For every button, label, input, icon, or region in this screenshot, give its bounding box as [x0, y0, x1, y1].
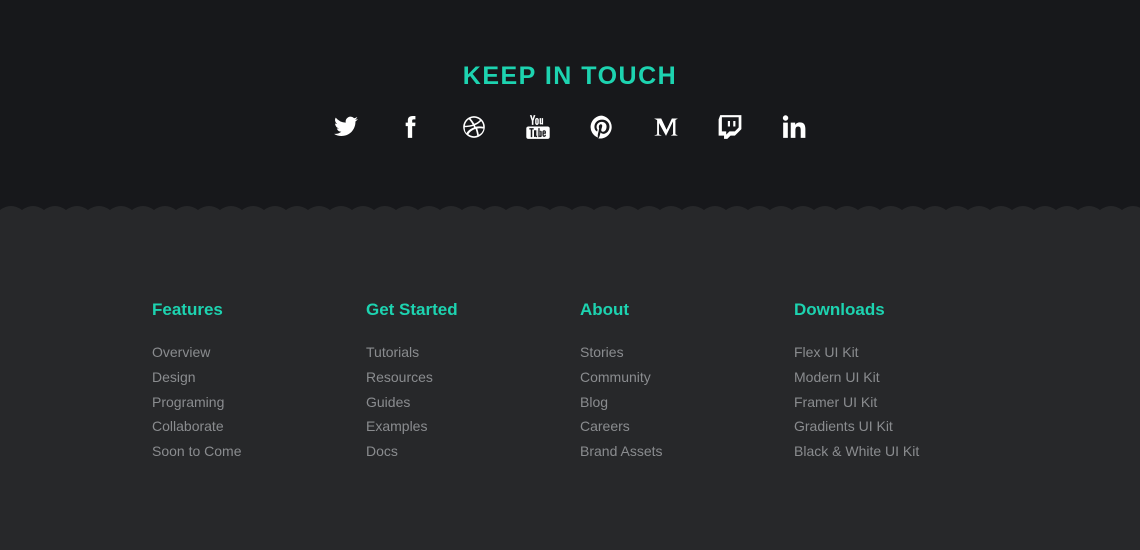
- footer-link[interactable]: Overview: [152, 340, 366, 365]
- wave-divider: [0, 206, 1140, 224]
- column-heading: Get Started: [366, 300, 458, 319]
- medium-icon[interactable]: [651, 110, 681, 144]
- footer-link[interactable]: Programing: [152, 390, 366, 415]
- footer-column-downloads: Downloads Flex UI Kit Modern UI Kit Fram…: [794, 298, 1008, 464]
- footer-link[interactable]: Soon to Come: [152, 439, 366, 464]
- footer-link[interactable]: Tutorials: [366, 340, 580, 365]
- column-heading: Downloads: [794, 300, 885, 319]
- footer-link[interactable]: Docs: [366, 439, 580, 464]
- footer-link[interactable]: Framer UI Kit: [794, 390, 1008, 415]
- footer-column-get-started: Get Started Tutorials Resources Guides E…: [366, 298, 580, 464]
- footer-link[interactable]: Blog: [580, 390, 794, 415]
- keep-in-touch-section: [0, 0, 1140, 218]
- social-links: [0, 110, 1140, 144]
- youtube-icon[interactable]: [523, 110, 553, 144]
- footer-link[interactable]: Examples: [366, 414, 580, 439]
- footer-columns: Features Overview Design Programing Coll…: [152, 298, 1008, 464]
- twitter-icon[interactable]: [331, 110, 361, 144]
- footer-link[interactable]: Careers: [580, 414, 794, 439]
- footer-link[interactable]: Stories: [580, 340, 794, 365]
- footer-link[interactable]: Design: [152, 365, 366, 390]
- column-heading: Features: [152, 300, 223, 319]
- keep-in-touch-title: KEEP IN TOUCH: [462, 62, 678, 90]
- footer-link[interactable]: Collaborate: [152, 414, 366, 439]
- column-heading: About: [580, 300, 630, 319]
- footer-link[interactable]: Black & White UI Kit: [794, 439, 1008, 464]
- footer-column-features: Features Overview Design Programing Coll…: [152, 298, 366, 464]
- twitch-icon[interactable]: [715, 110, 745, 144]
- footer-link[interactable]: Modern UI Kit: [794, 365, 1008, 390]
- facebook-icon[interactable]: [395, 110, 425, 144]
- footer-column-about: About Stories Community Blog Careers Bra…: [580, 298, 794, 464]
- dribbble-icon[interactable]: [459, 110, 489, 144]
- footer-link[interactable]: Brand Assets: [580, 439, 794, 464]
- footer-link[interactable]: Community: [580, 365, 794, 390]
- pinterest-icon[interactable]: [587, 110, 617, 144]
- linkedin-icon[interactable]: [779, 110, 809, 144]
- footer-link[interactable]: Guides: [366, 390, 580, 415]
- footer-link[interactable]: Resources: [366, 365, 580, 390]
- footer-link[interactable]: Gradients UI Kit: [794, 414, 1008, 439]
- footer-link[interactable]: Flex UI Kit: [794, 340, 1008, 365]
